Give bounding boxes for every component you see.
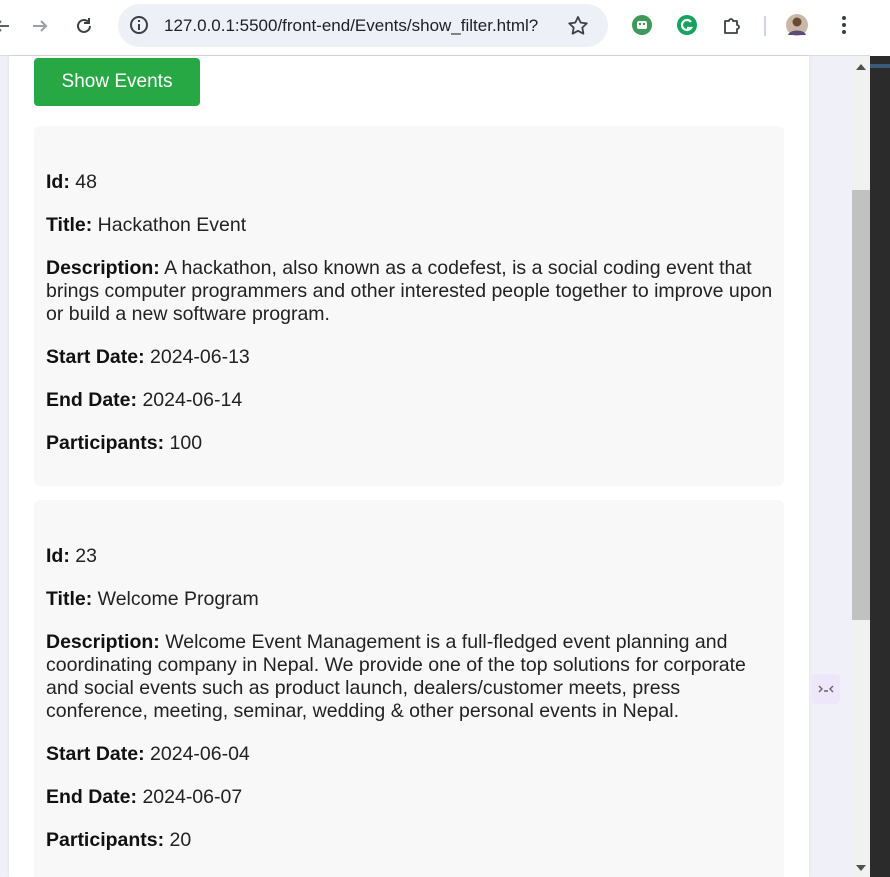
scrollbar-thumb[interactable]	[852, 190, 870, 620]
scroll-up-arrow[interactable]	[856, 64, 866, 70]
show-events-button[interactable]: Show Events	[34, 58, 200, 106]
event-start-date: Start Date: 2024-06-04	[46, 743, 250, 765]
address-bar[interactable]: 127.0.0.1:5500/front-end/Events/show_fil…	[118, 4, 608, 47]
back-arrow-icon[interactable]	[0, 10, 18, 42]
browser-toolbar: 127.0.0.1:5500/front-end/Events/show_fil…	[0, 0, 890, 56]
event-card: Id: 23 Title: Welcome Program Descriptio…	[34, 500, 784, 877]
extension-icon[interactable]	[630, 13, 654, 37]
event-card: Id: 48 Title: Hackathon Event Descriptio…	[34, 126, 784, 486]
event-participants: Participants: 20	[46, 829, 192, 851]
event-id: Id: 48	[46, 171, 97, 193]
event-start-date: Start Date: 2024-06-13	[46, 346, 250, 368]
info-icon[interactable]	[128, 14, 150, 36]
event-title: Title: Welcome Program	[46, 588, 259, 610]
forward-arrow-icon[interactable]	[24, 10, 56, 42]
event-end-date: End Date: 2024-06-14	[46, 389, 243, 411]
star-icon[interactable]	[566, 14, 590, 38]
event-title: Title: Hackathon Event	[46, 214, 247, 236]
profile-avatar[interactable]	[785, 13, 809, 37]
events-container: Show Events Id: 48 Title: Hackathon Even…	[9, 56, 809, 877]
url-text[interactable]: 127.0.0.1:5500/front-end/Events/show_fil…	[164, 16, 538, 36]
scroll-down-arrow[interactable]	[856, 865, 866, 871]
kebab-menu-icon[interactable]	[832, 13, 856, 37]
toolbar-edge	[870, 0, 890, 56]
background-window-accent	[870, 64, 890, 68]
grammarly-icon[interactable]	[675, 13, 699, 37]
vertical-scrollbar[interactable]	[852, 56, 870, 877]
floating-widget-icon[interactable]	[812, 674, 840, 704]
reload-icon[interactable]	[68, 10, 100, 42]
puzzle-icon[interactable]	[720, 13, 744, 37]
background-window	[870, 0, 890, 877]
event-participants: Participants: 100	[46, 432, 203, 454]
event-end-date: End Date: 2024-06-07	[46, 786, 243, 808]
toolbar-separator	[764, 16, 766, 36]
event-id: Id: 23	[46, 545, 97, 567]
event-description: Description: A hackathon, also known as …	[46, 257, 773, 325]
event-description: Description: Welcome Event Management is…	[46, 631, 746, 722]
